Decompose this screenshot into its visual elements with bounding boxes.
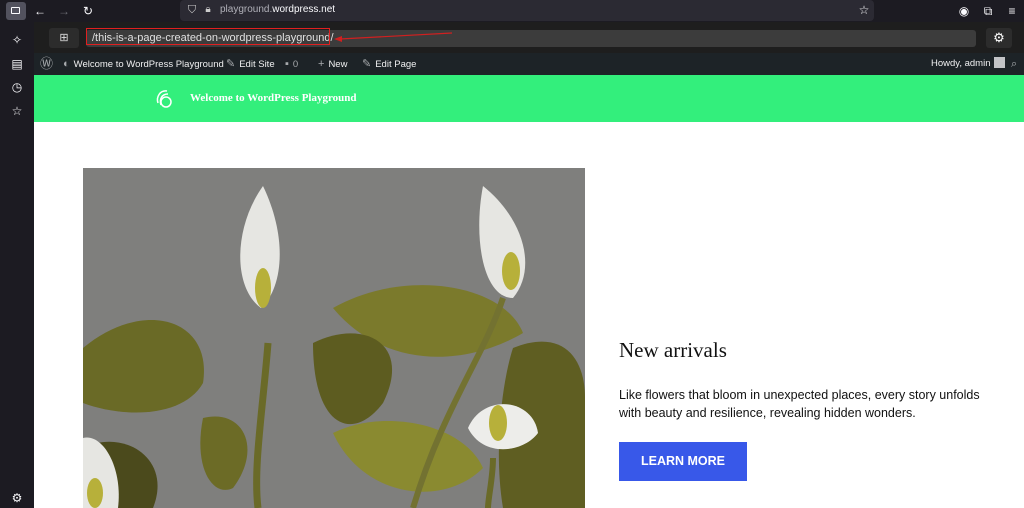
site-name-label: Welcome to WordPress Playground: [73, 59, 224, 70]
hero-flower-image: [83, 168, 585, 508]
browser-sidebar: ✧ ▤ ◷ ☆ ⚙: [0, 22, 34, 508]
search-icon: ⌕: [1011, 58, 1018, 70]
site-logo[interactable]: [154, 87, 176, 109]
address-text: playground.wordpress.net: [220, 4, 335, 15]
settings-gear-icon[interactable]: ⚙: [9, 490, 25, 506]
edit-site-label: Edit Site: [239, 59, 275, 70]
gear-icon: ⚙: [993, 30, 1005, 45]
edit-page-label: Edit Page: [375, 59, 417, 70]
bookmark-star-icon[interactable]: ☆: [856, 2, 872, 18]
comment-icon: ▪: [285, 58, 289, 70]
history-icon[interactable]: ◷: [9, 79, 25, 95]
edit-page-link[interactable]: ✎ Edit Page: [362, 53, 416, 75]
pencil-icon: ✎: [362, 58, 372, 70]
new-content-menu[interactable]: + New: [318, 53, 347, 75]
sidebar-icon: [11, 7, 20, 14]
section-heading: New arrivals: [619, 338, 727, 362]
highlight-box: [86, 28, 330, 45]
reload-icon[interactable]: ↻: [80, 3, 96, 19]
playground-toolbar: ⊞ /this-is-a-page-created-on-wordpress-p…: [34, 22, 1024, 53]
howdy-label: Howdy, admin: [931, 58, 991, 69]
site-title[interactable]: Welcome to WordPress Playground: [190, 92, 357, 104]
brush-icon: ✎: [226, 58, 236, 70]
calla-lily-illustration: [83, 168, 585, 508]
comments-count: 0: [292, 59, 299, 70]
plus-icon: +: [318, 58, 325, 70]
new-label: New: [328, 59, 348, 70]
dashboard-icon: ◐: [63, 58, 70, 70]
lock-icon[interactable]: 🔒︎: [200, 2, 216, 18]
site-header: Welcome to WordPress Playground: [34, 75, 1024, 122]
section-text: Like flowers that bloom in unexpected pl…: [619, 388, 980, 420]
wp-logo-menu[interactable]: Ⓦ: [40, 53, 57, 75]
extensions-icon[interactable]: ⧉: [980, 3, 996, 19]
site-name-menu[interactable]: ◐ Welcome to WordPress Playground: [63, 53, 224, 75]
wordpress-logo-icon: Ⓦ: [40, 56, 54, 71]
avatar: [993, 57, 1005, 68]
grid-icon: ⊞: [59, 32, 69, 44]
address-bar[interactable]: ⛉ 🔒︎ playground.wordpress.net ☆: [180, 0, 874, 21]
sidebar-toggle-button[interactable]: [6, 2, 26, 20]
learn-more-button[interactable]: LEARN MORE: [619, 442, 747, 481]
forward-icon[interactable]: →: [56, 3, 72, 19]
url-host: wordpress.net: [272, 4, 336, 15]
account-menu[interactable]: Howdy, admin: [931, 53, 1005, 75]
account-icon[interactable]: ◉: [956, 3, 972, 19]
playground-url-input[interactable]: /this-is-a-page-created-on-wordpress-pla…: [86, 28, 976, 47]
comments-link[interactable]: ▪ 0: [285, 53, 298, 75]
synced-tabs-icon[interactable]: ▤: [9, 56, 25, 72]
wp-admin-bar: Ⓦ ◐ Welcome to WordPress Playground ✎ Edit…: [34, 53, 1024, 75]
playground-menu-button[interactable]: ⊞: [49, 28, 79, 48]
edit-site-link[interactable]: ✎ Edit Site: [226, 53, 275, 75]
admin-search[interactable]: ⌕: [1011, 53, 1021, 75]
back-icon[interactable]: ←: [32, 3, 48, 19]
highlight-arrow: [334, 32, 453, 42]
menu-icon[interactable]: ≡: [1004, 3, 1020, 19]
browser-toolbar: ← → ↻ ⛉ 🔒︎ playground.wordpress.net ☆ ◉ …: [0, 0, 1024, 22]
url-domain: playground.: [220, 4, 273, 15]
ai-sparkle-icon[interactable]: ✧: [9, 32, 25, 48]
playground-settings-button[interactable]: ⚙: [986, 28, 1012, 48]
bookmarks-icon[interactable]: ☆: [9, 103, 25, 119]
shield-icon[interactable]: ⛉: [184, 2, 200, 18]
